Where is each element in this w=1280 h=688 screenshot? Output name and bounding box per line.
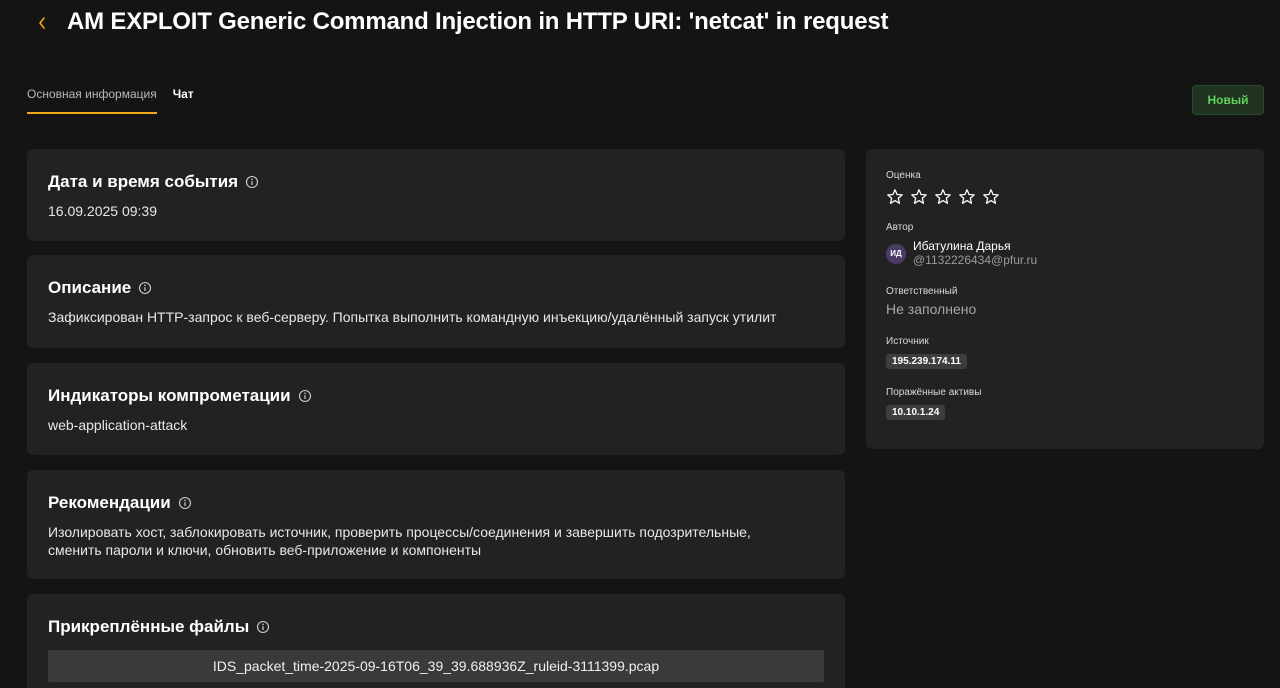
card-title: Рекомендации — [48, 493, 171, 512]
rating-label: Оценка — [886, 170, 921, 181]
card-title: Дата и время события — [48, 172, 239, 191]
author-name: Ибатулина Дарья — [913, 239, 1011, 253]
tab-chat[interactable]: Чат — [173, 80, 194, 114]
description-text: Зафиксирован HTTP-запрос к веб-серверу. … — [48, 309, 777, 325]
tab-bar: Основная информация Чат — [27, 80, 194, 114]
star-icon[interactable] — [934, 188, 952, 206]
recommendations-text: Изолировать хост, заблокировать источник… — [48, 524, 751, 558]
avatar: ИД — [886, 243, 906, 264]
assets-label: Поражённые активы — [886, 387, 982, 398]
indicators-text: web-application-attack — [48, 417, 188, 433]
indicators-card: Индикаторы компрометации web-application… — [27, 363, 845, 455]
back-button[interactable] — [30, 10, 54, 36]
description-card: Описание Зафиксирован HTTP-запрос к веб-… — [27, 255, 845, 348]
datetime-card: Дата и время события 16.09.2025 09:39 — [27, 149, 845, 241]
star-icon[interactable] — [958, 188, 976, 206]
incident-page: AM EXPLOIT Generic Command Injection in … — [0, 0, 1280, 688]
event-datetime: 16.09.2025 09:39 — [48, 203, 157, 219]
rating-stars — [886, 188, 1244, 208]
info-icon[interactable] — [298, 389, 312, 403]
page-title: AM EXPLOIT Generic Command Injection in … — [67, 8, 889, 35]
info-icon[interactable] — [245, 175, 259, 189]
star-icon[interactable] — [886, 188, 904, 206]
attached-files-card: Прикреплённые файлы IDS_packet_time-2025… — [27, 594, 845, 688]
author-login: @1132226434@pfur.ru — [913, 253, 1038, 267]
card-title: Описание — [48, 278, 132, 297]
info-icon[interactable] — [256, 620, 270, 634]
card-title: Индикаторы компрометации — [48, 386, 291, 405]
source-label: Источник — [886, 336, 929, 347]
source-chip[interactable]: 195.239.174.11 — [886, 354, 967, 369]
status-button[interactable]: Новый — [1192, 85, 1264, 115]
author-label: Автор — [886, 222, 914, 233]
asset-chip[interactable]: 10.10.1.24 — [886, 405, 946, 420]
responsible-label: Ответственный — [886, 286, 958, 297]
chevron-left-icon — [39, 17, 45, 29]
info-icon[interactable] — [138, 281, 152, 295]
tab-main-info[interactable]: Основная информация — [27, 80, 157, 114]
info-icon[interactable] — [178, 496, 192, 510]
details-panel: Оценка Автор ИД Ибатулина Дарья @1132226… — [866, 149, 1264, 449]
responsible-value: Не заполнено — [886, 301, 977, 317]
star-icon[interactable] — [910, 188, 928, 206]
recommendations-card: Рекомендации Изолировать хост, заблокиро… — [27, 470, 845, 579]
card-title: Прикреплённые файлы — [48, 617, 250, 636]
star-icon[interactable] — [982, 188, 1000, 206]
author-info: ИД Ибатулина Дарья @1132226434@pfur.ru — [886, 240, 1244, 267]
attached-file[interactable]: IDS_packet_time-2025-09-16T06_39_39.6889… — [48, 650, 824, 682]
